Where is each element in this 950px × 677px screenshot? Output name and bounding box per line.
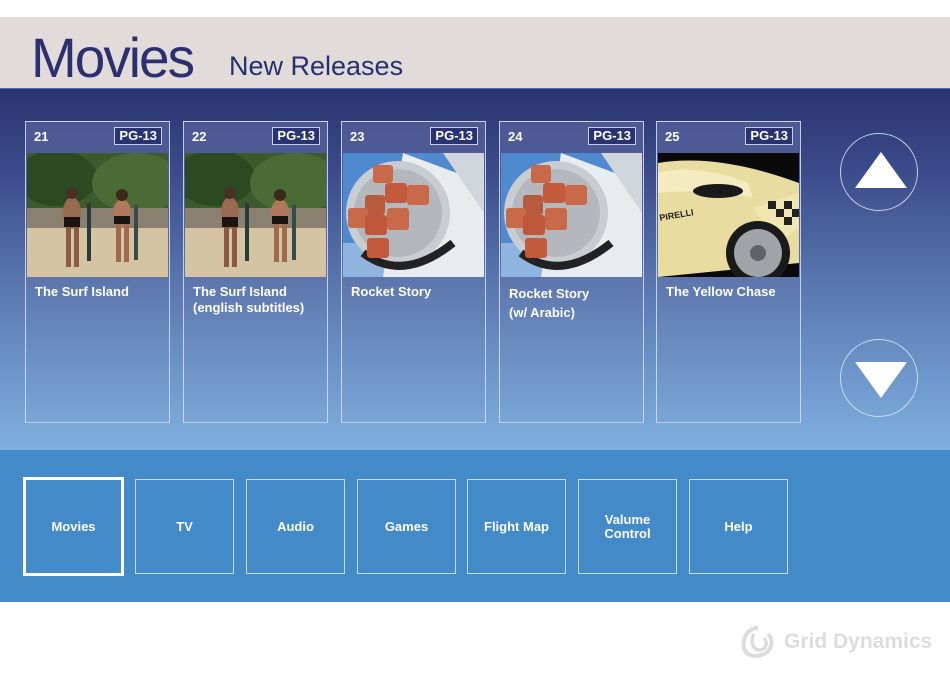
rocket-photo (501, 153, 642, 277)
menu-item-volume-control[interactable]: Valume Control (578, 479, 677, 574)
header: Movies New Releases (0, 17, 950, 89)
menu-item-audio[interactable]: Audio (246, 479, 345, 574)
menu-item-tv[interactable]: TV (135, 479, 234, 574)
rating-badge: PG-13 (745, 127, 793, 145)
movie-title: The Surf Island (english subtitles) (193, 284, 321, 316)
card-header: 21 PG-13 (26, 122, 169, 153)
brand-name: Grid Dynamics (784, 630, 933, 653)
grid-dynamics-logo-icon (741, 626, 774, 658)
movie-card[interactable]: 24 PG-13 Rocket Story (w/ Arabic) (499, 121, 644, 423)
rocket-photo (343, 153, 484, 277)
movie-title: The Yellow Chase (666, 284, 794, 300)
card-header: 23 PG-13 (342, 122, 485, 153)
card-header: 25 PG-13 (657, 122, 800, 153)
main-menu: Movies TV Audio Games Flight Map Valume … (0, 450, 950, 602)
movie-title-line1: The Yellow Chase (666, 284, 776, 299)
movie-title-line2: (w/ Arabic) (509, 305, 575, 320)
scroll-up-button[interactable] (840, 133, 918, 211)
rating-badge: PG-13 (430, 127, 478, 145)
movie-title: The Surf Island (35, 284, 163, 300)
menu-item-flight-map[interactable]: Flight Map (467, 479, 566, 574)
surf-photo (27, 153, 168, 277)
movie-number: 25 (665, 129, 680, 144)
movie-card[interactable]: 23 PG-13 Rocket Story (341, 121, 486, 423)
movie-number: 22 (192, 129, 207, 144)
card-header: 24 PG-13 (500, 122, 643, 153)
movie-number: 23 (350, 129, 365, 144)
page-subtitle: New Releases (229, 51, 404, 81)
menu-item-help[interactable]: Help (689, 479, 788, 574)
menu-item-games[interactable]: Games (357, 479, 456, 574)
movie-card[interactable]: 25 PG-13 PIRELLI The Yellow Chase (656, 121, 801, 423)
rating-badge: PG-13 (272, 127, 320, 145)
page-title: Movies (31, 26, 195, 89)
triangle-down-icon (855, 362, 907, 398)
movie-title-line1: The Surf Island (35, 284, 129, 299)
movie-card[interactable]: 21 PG-13 The Surf Island (25, 121, 170, 423)
movie-card[interactable]: 22 PG-13 The Surf Island (english subtit… (183, 121, 328, 423)
movie-title-line2: (english subtitles) (193, 300, 305, 315)
movie-title-line1: Rocket Story (351, 284, 432, 299)
rating-badge: PG-13 (114, 127, 162, 145)
movie-number: 21 (34, 129, 49, 144)
brand-logo: Grid Dynamics (740, 624, 932, 660)
movie-title: Rocket Story (w/ Arabic) (509, 284, 637, 322)
card-header: 22 PG-13 (184, 122, 327, 153)
triangle-up-icon (855, 152, 907, 188)
car-photo: PIRELLI (658, 153, 799, 277)
surf-photo (185, 153, 326, 277)
movie-title: Rocket Story (351, 284, 479, 300)
rating-badge: PG-13 (588, 127, 636, 145)
movie-title-line1: The Surf Island (193, 284, 287, 299)
movie-title-line1: Rocket Story (509, 286, 590, 301)
scroll-down-button[interactable] (840, 339, 918, 417)
movie-number: 24 (508, 129, 523, 144)
movie-gallery: 21 PG-13 The Surf Island 22 PG-13 The Su… (0, 88, 950, 450)
menu-item-movies[interactable]: Movies (23, 477, 124, 576)
